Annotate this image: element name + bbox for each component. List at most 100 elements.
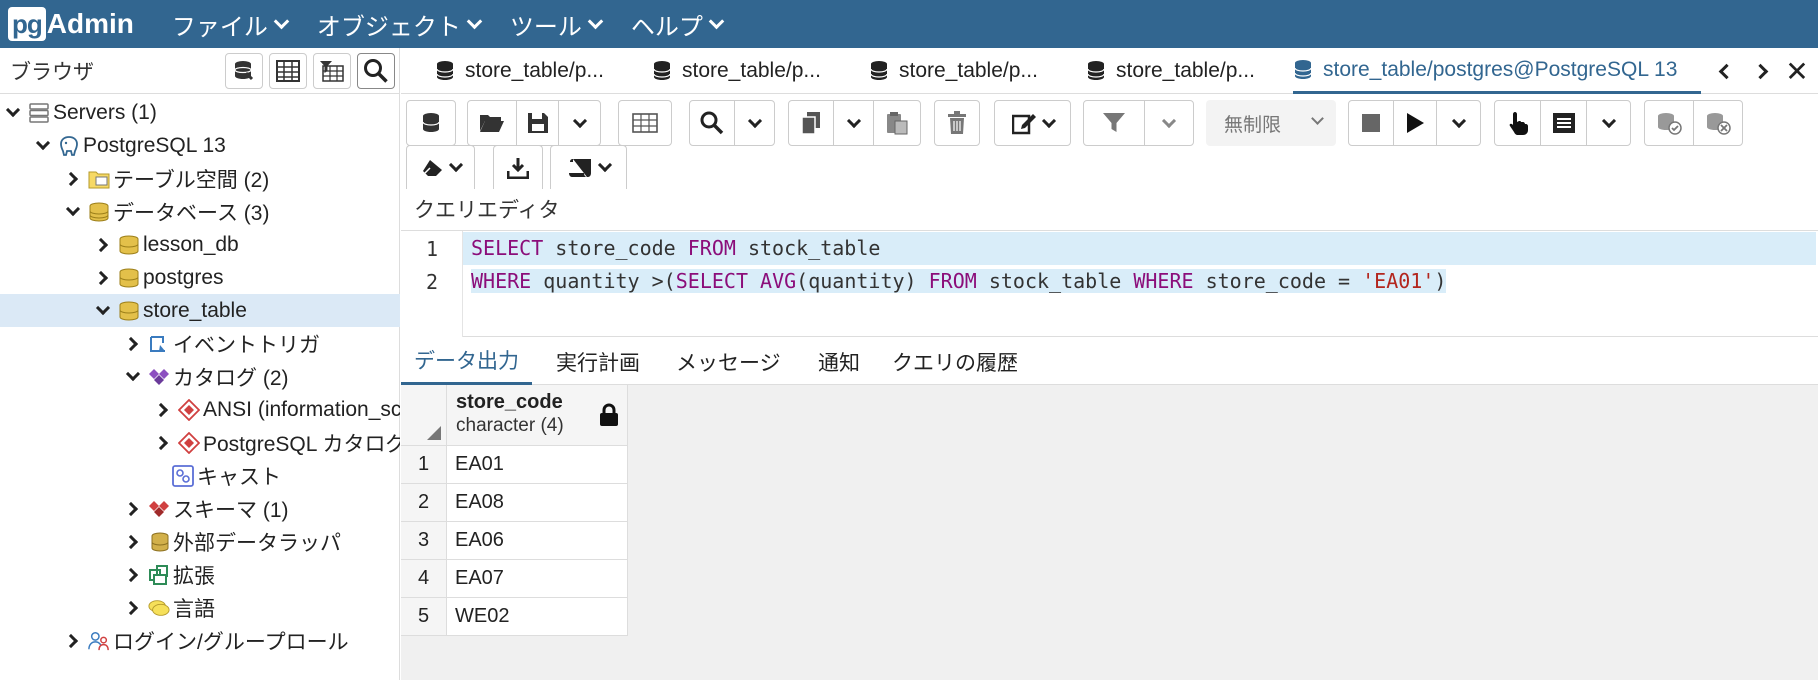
table-cell[interactable]: EA01 [447, 446, 628, 484]
tab-explain[interactable]: 実行計画 [556, 338, 640, 385]
tree-node-casts[interactable]: キャスト [0, 459, 400, 492]
filtered-rows-button[interactable] [313, 52, 351, 89]
tree-node-event-triggers[interactable]: イベントトリガ [0, 327, 400, 360]
open-file-button[interactable] [467, 100, 517, 146]
row-limit-select[interactable]: 無制限 [1206, 100, 1336, 146]
tree-toggle[interactable] [123, 335, 142, 353]
table-cell[interactable]: EA06 [447, 522, 628, 560]
tree-node-foreign-data-wrappers[interactable]: 外部データラッパ [0, 525, 400, 558]
edit-options-dropdown[interactable] [994, 100, 1071, 146]
tree-node-catalogs[interactable]: カタログ (2) [0, 360, 400, 393]
menu-tools[interactable]: ツール [510, 7, 604, 42]
chevron-right-icon [93, 270, 109, 285]
explain-options-dropdown[interactable] [1586, 100, 1631, 146]
tree-toggle[interactable] [94, 300, 112, 320]
tree-toggle[interactable] [64, 201, 82, 221]
explain-button[interactable] [1494, 100, 1541, 146]
tree-toggle[interactable] [34, 135, 52, 155]
column-header-store-code[interactable]: store_code character (4) [447, 385, 628, 446]
tab-query-history[interactable]: クエリの履歴 [892, 338, 1018, 385]
tree-toggle[interactable] [4, 102, 22, 122]
macros-dropdown[interactable] [550, 145, 627, 189]
tree-toggle[interactable] [93, 236, 112, 254]
table-cell[interactable]: EA08 [447, 484, 628, 522]
save-file-button[interactable] [516, 100, 559, 146]
download-csv-button[interactable] [493, 145, 543, 189]
delete-button[interactable] [934, 100, 980, 146]
copy-button[interactable] [788, 100, 834, 146]
clear-options-dropdown[interactable] [406, 145, 475, 189]
tab-query-4[interactable]: store_table/p... [1086, 48, 1276, 94]
tree-toggle[interactable] [63, 170, 82, 188]
tab-scroll-left-button[interactable] [1711, 48, 1741, 94]
edit-grid-button[interactable] [618, 100, 672, 146]
search-objects-button[interactable] [357, 52, 395, 89]
tree-node-extensions[interactable]: 拡張 [0, 558, 400, 591]
tab-notifications[interactable]: 通知 [818, 338, 860, 385]
tab-query-3[interactable]: store_table/p... [869, 48, 1059, 94]
tree-node-languages[interactable]: 言語 [0, 591, 400, 624]
tab-scroll-right-button[interactable] [1745, 48, 1775, 94]
explain-analyze-button[interactable] [1540, 100, 1587, 146]
logo-pg: pg [8, 7, 46, 41]
menu-object[interactable]: オブジェクト [317, 7, 483, 42]
object-properties-button[interactable] [225, 52, 263, 89]
tree-toggle[interactable] [123, 599, 142, 617]
commit-button[interactable] [1644, 100, 1694, 146]
tree-node-ansi-catalog[interactable]: ANSI (information_sc [0, 393, 400, 426]
tree-node-store-table[interactable]: store_table [0, 294, 400, 327]
sql-editor[interactable]: 1 2 SELECT store_code FROM stock_table W… [401, 231, 1818, 337]
rollback-button[interactable] [1693, 100, 1743, 146]
find-button[interactable] [689, 100, 735, 146]
table-row[interactable]: 5 WE02 [401, 598, 628, 636]
tab-label: store_table/p... [899, 59, 1038, 82]
tree-node-tablespaces[interactable]: テーブル空間 (2) [0, 162, 400, 195]
paste-button[interactable] [873, 100, 921, 146]
row-number: 2 [401, 484, 447, 522]
execute-options-dropdown[interactable] [1436, 100, 1481, 146]
tree-node-servers[interactable]: Servers (1) [0, 96, 400, 129]
grid-edit-icon [632, 113, 658, 133]
tab-data-output[interactable]: データ出力 [401, 338, 532, 385]
table-cell[interactable]: EA07 [447, 560, 628, 598]
tab-query-1[interactable]: store_table/p... [435, 48, 625, 94]
filter-options-dropdown[interactable] [1144, 100, 1194, 146]
tree-toggle[interactable] [123, 533, 142, 551]
table-row[interactable]: 1 EA01 [401, 446, 628, 484]
tree-node-databases[interactable]: データベース (3) [0, 195, 400, 228]
tree-toggle[interactable] [93, 269, 112, 287]
tree-toggle[interactable] [153, 434, 172, 452]
tree-node-postgresql-catalog[interactable]: PostgreSQL カタログ [0, 426, 400, 459]
table-row[interactable]: 3 EA06 [401, 522, 628, 560]
tree-node-postgresql-13[interactable]: PostgreSQL 13 [0, 129, 400, 162]
execute-query-button[interactable] [1393, 100, 1437, 146]
tree-toggle[interactable] [123, 500, 142, 518]
tree-node-lesson-db[interactable]: lesson_db [0, 228, 400, 261]
stop-query-button[interactable] [1348, 100, 1394, 146]
menu-file[interactable]: ファイル [172, 7, 290, 42]
filter-button[interactable] [1083, 100, 1145, 146]
view-data-button[interactable] [269, 52, 307, 89]
tree-node-login-roles[interactable]: ログイン/グループロール [0, 624, 400, 657]
tree-toggle[interactable] [63, 632, 82, 650]
copy-options-dropdown[interactable] [833, 100, 874, 146]
open-db-button[interactable] [406, 100, 456, 146]
menu-help[interactable]: ヘルプ [631, 7, 725, 42]
table-cell[interactable]: WE02 [447, 598, 628, 636]
table-row[interactable]: 4 EA07 [401, 560, 628, 598]
tree-toggle[interactable] [124, 366, 142, 386]
tree-node-schemas[interactable]: スキーマ (1) [0, 492, 400, 525]
grid-corner[interactable] [401, 385, 447, 446]
table-row[interactable]: 2 EA08 [401, 484, 628, 522]
tab-query-2[interactable]: store_table/p... [652, 48, 842, 94]
tree-toggle[interactable] [123, 566, 142, 584]
tab-query-active[interactable]: store_table/postgres@PostgreSQL 13 [1293, 48, 1701, 94]
save-options-dropdown[interactable] [558, 100, 601, 146]
tab-messages[interactable]: メッセージ [676, 338, 781, 385]
tree-toggle[interactable] [153, 401, 172, 419]
chevron-down-icon [1601, 113, 1616, 128]
tree-node-postgres[interactable]: postgres [0, 261, 400, 294]
close-tab-button[interactable]: ✕ [1782, 48, 1812, 94]
find-options-dropdown[interactable] [734, 100, 775, 146]
